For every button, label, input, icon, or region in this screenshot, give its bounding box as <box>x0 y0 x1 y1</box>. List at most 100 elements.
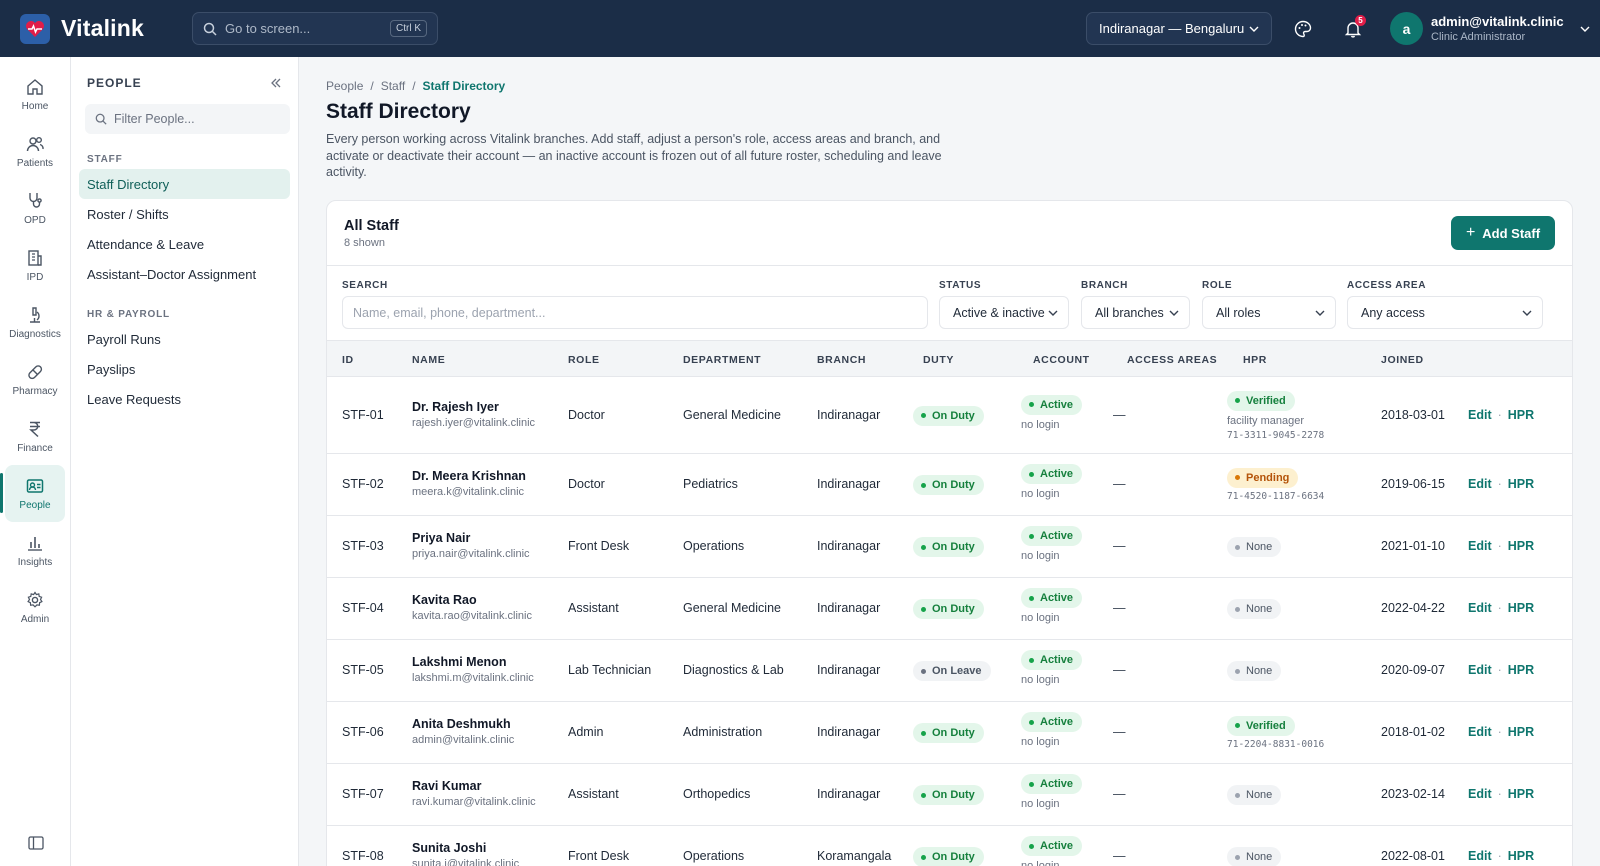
page-title: Staff Directory <box>326 100 471 123</box>
rail-item-patients[interactable]: Patients <box>0 123 70 180</box>
hpr-status-text: Verified <box>1246 394 1286 407</box>
staff-role: Lab Technician <box>568 663 652 677</box>
hpr-status-text: None <box>1246 603 1273 615</box>
hpr-link[interactable]: HPR <box>1508 601 1534 615</box>
col-duty[interactable]: DUTY <box>923 354 954 366</box>
table-row[interactable]: STF-05 Lakshmi Menon lakshmi.m@vitalink.… <box>327 640 1572 702</box>
col-hpr[interactable]: HPR <box>1243 354 1267 366</box>
nav-item-attendance-leave[interactable]: Attendance & Leave <box>79 229 290 259</box>
toggle-sidebar-button[interactable] <box>0 836 71 850</box>
access-area-select[interactable]: Any access <box>1347 296 1543 329</box>
user-menu[interactable]: a admin@vitalink.clinic Clinic Administr… <box>1390 12 1590 45</box>
edit-link[interactable]: Edit <box>1468 849 1492 863</box>
staff-name[interactable]: Sunita Joshi <box>412 841 519 855</box>
access-areas-value: — <box>1113 849 1126 863</box>
table-row[interactable]: STF-06 Anita Deshmukh admin@vitalink.cli… <box>327 702 1572 764</box>
hpr-link[interactable]: HPR <box>1508 663 1534 677</box>
edit-link[interactable]: Edit <box>1468 477 1492 491</box>
rail-item-pharmacy[interactable]: Pharmacy <box>0 351 70 408</box>
staff-department: Operations <box>683 539 745 553</box>
role-select[interactable]: All roles <box>1202 296 1336 329</box>
edit-link[interactable]: Edit <box>1468 539 1492 553</box>
status-dot-icon <box>1235 606 1240 612</box>
branch-selector[interactable]: Indiranagar — Bengaluru <box>1086 12 1272 45</box>
hpr-status-badge: None <box>1227 537 1282 557</box>
hpr-link[interactable]: HPR <box>1508 408 1534 422</box>
table-row[interactable]: STF-03 Priya Nair priya.nair@vitalink.cl… <box>327 516 1572 578</box>
palette-icon[interactable] <box>1292 18 1314 40</box>
table-row[interactable]: STF-01 Dr. Rajesh Iyer rajesh.iyer@vital… <box>327 377 1572 454</box>
edit-link[interactable]: Edit <box>1468 663 1492 677</box>
edit-link[interactable]: Edit <box>1468 787 1492 801</box>
table-row[interactable]: STF-02 Dr. Meera Krishnan meera.k@vitali… <box>327 454 1572 516</box>
staff-name[interactable]: Dr. Rajesh Iyer <box>412 400 535 414</box>
branch-select[interactable]: All branches <box>1081 296 1190 329</box>
filter-people-input[interactable]: Filter People... <box>85 104 290 134</box>
hpr-link[interactable]: HPR <box>1508 477 1534 491</box>
hpr-link[interactable]: HPR <box>1508 725 1534 739</box>
col-access-areas[interactable]: ACCESS AREAS <box>1127 354 1217 366</box>
staff-name[interactable]: Dr. Meera Krishnan <box>412 469 526 483</box>
account-status-text: Active <box>1040 778 1074 790</box>
breadcrumb-staff[interactable]: Staff <box>381 79 405 93</box>
col-id[interactable]: ID <box>342 354 354 366</box>
go-to-screen-search[interactable]: Go to screen... Ctrl K <box>192 12 438 45</box>
edit-link[interactable]: Edit <box>1468 408 1492 422</box>
collapse-icon[interactable] <box>270 78 282 88</box>
staff-name[interactable]: Kavita Rao <box>412 593 532 607</box>
rail-item-diagnostics[interactable]: Diagnostics <box>0 294 70 351</box>
col-role[interactable]: ROLE <box>568 354 600 366</box>
add-staff-label: Add Staff <box>1482 225 1541 241</box>
search-label: SEARCH <box>342 280 388 291</box>
add-staff-button[interactable]: + Add Staff <box>1451 216 1555 250</box>
staff-email: admin@vitalink.clinic <box>412 734 515 746</box>
rail-item-home[interactable]: Home <box>0 66 70 123</box>
staff-name[interactable]: Lakshmi Menon <box>412 655 534 669</box>
staff-department: Operations <box>683 849 745 863</box>
col-name[interactable]: NAME <box>412 354 445 366</box>
access-areas-value: — <box>1113 663 1126 677</box>
joined-date: 2018-01-02 <box>1381 725 1445 739</box>
col-account[interactable]: ACCOUNT <box>1033 354 1090 366</box>
staff-name[interactable]: Anita Deshmukh <box>412 717 514 731</box>
table-row[interactable]: STF-08 Sunita Joshi sunita.j@vitalink.cl… <box>327 826 1572 866</box>
table-row[interactable]: STF-07 Ravi Kumar ravi.kumar@vitalink.cl… <box>327 764 1572 826</box>
breadcrumb-people[interactable]: People <box>326 79 363 93</box>
rail-item-people[interactable]: People <box>0 465 65 522</box>
col-joined[interactable]: JOINED <box>1381 354 1424 366</box>
nav-item-staff-directory[interactable]: Staff Directory <box>79 169 290 199</box>
nav-item-roster-shifts[interactable]: Roster / Shifts <box>79 199 290 229</box>
nav-item-payroll-runs[interactable]: Payroll Runs <box>79 324 290 354</box>
table-row[interactable]: STF-04 Kavita Rao kavita.rao@vitalink.cl… <box>327 578 1572 640</box>
col-department[interactable]: DEPARTMENT <box>683 354 761 366</box>
edit-link[interactable]: Edit <box>1468 725 1492 739</box>
staff-name[interactable]: Priya Nair <box>412 531 530 545</box>
nav-item-payslips[interactable]: Payslips <box>79 354 290 384</box>
nav-item-assistant-doctor-assignment[interactable]: Assistant–Doctor Assignment <box>79 259 290 289</box>
rail-item-finance[interactable]: Finance <box>0 408 70 465</box>
nav-item-leave-requests[interactable]: Leave Requests <box>79 384 290 414</box>
edit-link[interactable]: Edit <box>1468 601 1492 615</box>
staff-branch: Indiranagar <box>817 601 881 615</box>
status-dot-icon <box>1235 398 1240 403</box>
rail-item-insights[interactable]: Insights <box>0 522 70 579</box>
hpr-link[interactable]: HPR <box>1508 787 1534 801</box>
rail-item-opd[interactable]: OPD <box>0 180 70 237</box>
rail-item-ipd[interactable]: IPD <box>0 237 70 294</box>
brand[interactable]: Vitalink <box>20 13 172 44</box>
hpr-link[interactable]: HPR <box>1508 849 1534 863</box>
rail-label: Admin <box>20 614 50 625</box>
rail-label: Insights <box>17 557 53 568</box>
row-actions: Edit · HPR <box>1468 601 1535 615</box>
account-status-badge: Active <box>1021 588 1083 608</box>
staff-name[interactable]: Ravi Kumar <box>412 779 536 793</box>
status-select[interactable]: Active & inactive <box>939 296 1069 329</box>
staff-department: Diagnostics & Lab <box>683 663 784 677</box>
hpr-link[interactable]: HPR <box>1508 539 1534 553</box>
rail-item-admin[interactable]: Admin <box>0 579 70 636</box>
col-branch[interactable]: BRANCH <box>817 354 866 366</box>
notifications-button[interactable]: 5 <box>1342 15 1366 40</box>
staff-search-input[interactable]: Name, email, phone, department... <box>342 296 928 329</box>
access-areas-value: — <box>1113 539 1126 553</box>
building-icon <box>25 248 45 272</box>
